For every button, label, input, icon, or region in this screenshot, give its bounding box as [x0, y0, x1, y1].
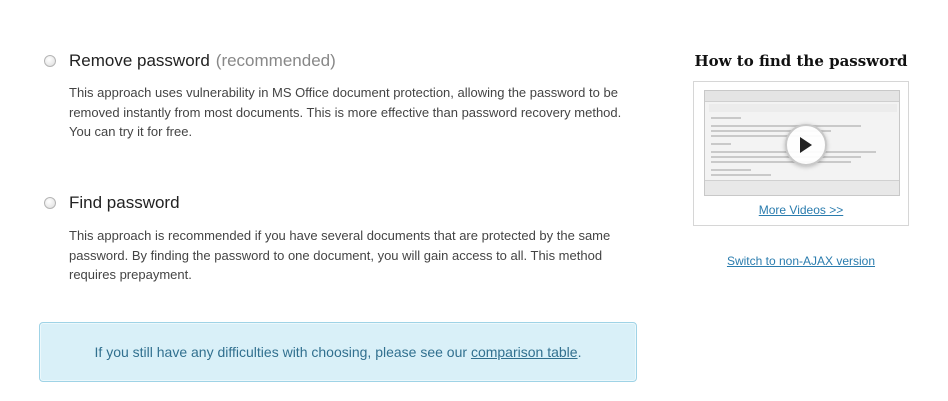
remove-password-radio[interactable] [44, 55, 56, 67]
video-thumbnail[interactable] [704, 90, 900, 196]
switch-non-ajax-link[interactable]: Switch to non-AJAX version [693, 254, 909, 268]
thumbnail-text-line [711, 143, 731, 145]
thumbnail-text-line [711, 174, 771, 176]
find-password-description: This approach is recommended if you have… [69, 228, 611, 282]
notice-text-end: . [577, 344, 582, 360]
recommended-tag: (recommended) [215, 51, 336, 70]
play-triangle-icon [800, 137, 812, 153]
play-icon[interactable] [785, 124, 827, 166]
video-box: More Videos >> [693, 81, 909, 226]
more-videos-link[interactable]: More Videos >> [694, 203, 908, 217]
thumbnail-text-line [711, 156, 861, 158]
sidebar-title: How to find the password [694, 52, 908, 70]
thumbnail-text-line [711, 169, 751, 171]
remove-password-label: Remove password [69, 51, 210, 70]
thumbnail-header [709, 104, 897, 112]
remove-password-title[interactable]: Remove password (recommended) [69, 51, 336, 71]
find-password-radio[interactable] [44, 197, 56, 209]
thumbnail-toolbar [705, 91, 899, 102]
thumbnail-footer [705, 180, 899, 195]
comparison-table-link[interactable]: comparison table [471, 344, 578, 360]
help-notice: If you still have any difficulties with … [39, 322, 637, 382]
find-password-title[interactable]: Find password [69, 193, 180, 213]
thumbnail-text-line [711, 125, 861, 127]
notice-text: If you still have any difficulties with … [94, 344, 471, 360]
find-password-label: Find password [69, 193, 180, 212]
thumbnail-text-line [711, 117, 741, 119]
remove-password-description: This approach uses vulnerability in MS O… [69, 85, 622, 139]
thumbnail-text-line [711, 161, 851, 163]
